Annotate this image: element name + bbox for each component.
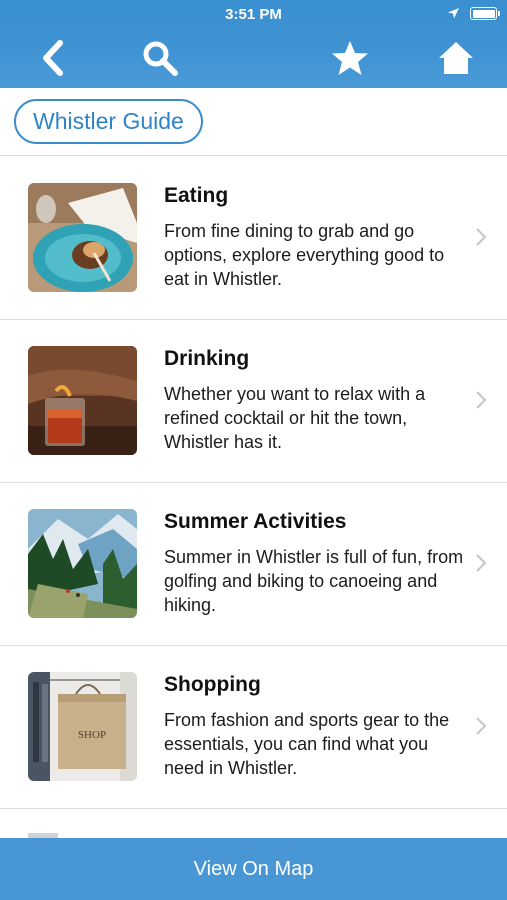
chevron-right-icon	[476, 717, 487, 735]
back-button[interactable]	[32, 36, 76, 80]
shopping-thumbnail: SHOP	[28, 672, 137, 781]
category-list: Eating From fine dining to grab and go o…	[0, 157, 507, 809]
guide-title-pill[interactable]: Whistler Guide	[14, 99, 203, 144]
title-row: Whistler Guide	[0, 88, 507, 156]
chevron-left-icon	[43, 40, 63, 76]
home-button[interactable]	[434, 36, 478, 80]
item-description: Summer in Whistler is full of fun, from …	[164, 547, 464, 615]
view-on-map-label: View On Map	[193, 857, 314, 880]
chevron-right-icon	[476, 391, 487, 409]
item-description: From fashion and sports gear to the esse…	[164, 710, 450, 778]
status-icons	[447, 7, 500, 20]
list-item-shopping[interactable]: SHOP Shopping From fashion and sports ge…	[0, 646, 507, 809]
chevron-right-icon	[476, 554, 487, 572]
summer-activities-thumbnail	[28, 509, 137, 618]
view-on-map-button[interactable]: View On Map	[0, 838, 507, 900]
search-icon	[143, 41, 178, 76]
item-title: Summer Activities	[164, 510, 347, 533]
shop-sign-text: SHOP	[78, 729, 106, 741]
header-bar: 3:51 PM	[0, 0, 507, 88]
eating-thumbnail	[28, 183, 137, 292]
list-item-eating[interactable]: Eating From fine dining to grab and go o…	[0, 157, 507, 320]
drinking-thumbnail	[28, 346, 137, 455]
home-icon	[439, 42, 473, 74]
item-description: Whether you want to relax with a refined…	[164, 384, 426, 452]
guide-screen: 3:51 PM Whistler Guide Eating From fine …	[0, 0, 507, 900]
star-icon	[332, 41, 368, 75]
location-arrow-icon	[448, 8, 459, 19]
next-item-thumbnail-peek	[28, 833, 58, 838]
item-title: Eating	[164, 184, 229, 207]
list-item-summer-activities[interactable]: Summer Activities Summer in Whistler is …	[0, 483, 507, 646]
battery-icon	[470, 7, 500, 20]
favorites-button[interactable]	[328, 36, 372, 80]
item-title: Drinking	[164, 347, 250, 370]
chevron-right-icon	[476, 228, 487, 246]
search-button[interactable]	[138, 36, 182, 80]
item-title: Shopping	[164, 673, 261, 696]
status-time: 3:51 PM	[225, 6, 282, 23]
status-bar: 3:51 PM	[0, 0, 507, 30]
list-item-drinking[interactable]: Drinking Whether you want to relax with …	[0, 320, 507, 483]
item-description: From fine dining to grab and go options,…	[164, 221, 445, 289]
